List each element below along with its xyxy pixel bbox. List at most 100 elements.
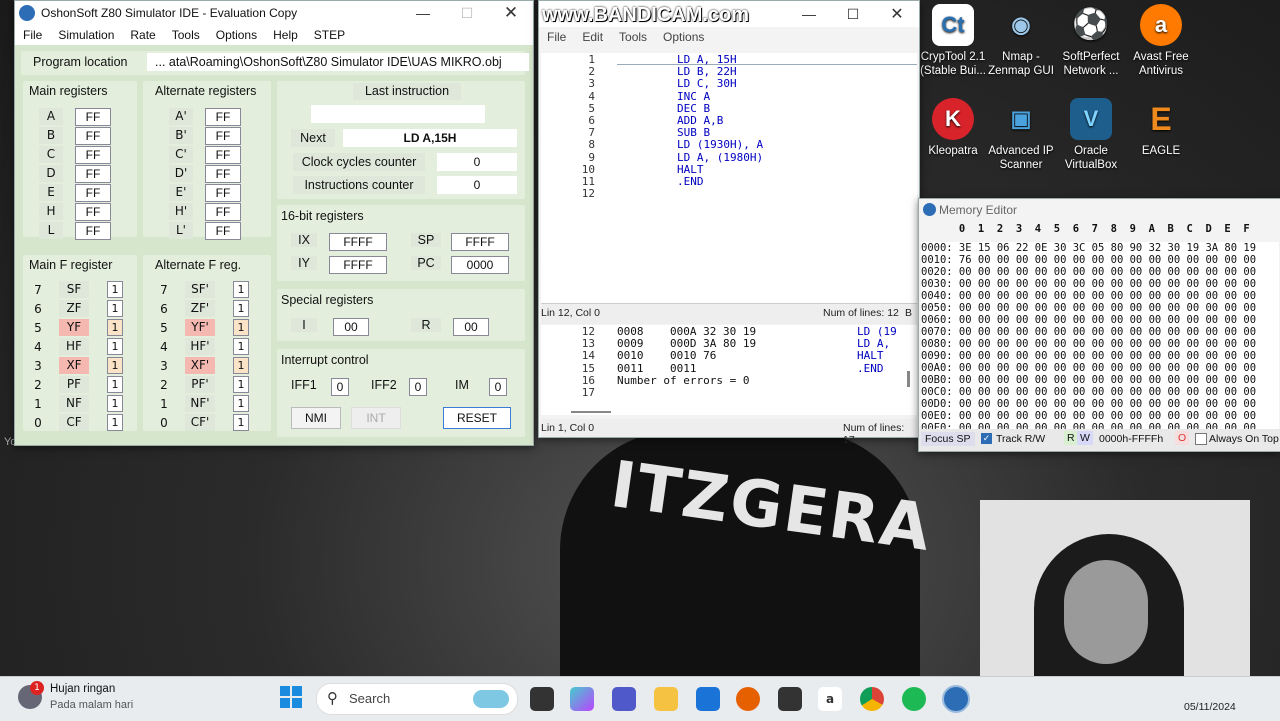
- task-view-icon[interactable]: [530, 687, 554, 711]
- flag-value[interactable]: 1: [233, 319, 249, 336]
- desktop-icon-label: CrypTool 2.1 (Stable Bui...: [920, 51, 986, 77]
- firefox-icon[interactable]: [736, 687, 760, 711]
- source-editor[interactable]: 1 2 3 4 5 6 7 8 9 10 11 12 LD A, 15H LD …: [541, 53, 917, 303]
- listing-pane[interactable]: 12 13 14 15 16 17 0008 000A 32 30 19 000…: [541, 325, 917, 415]
- desktop-icon-virtualbox[interactable]: V Oracle VirtualBox: [1056, 98, 1126, 172]
- editor-close-button[interactable]: ✕: [875, 4, 919, 24]
- desktop-icon-nmap[interactable]: ◉ Nmap - Zenmap GUI: [986, 4, 1056, 78]
- copilot-icon[interactable]: [570, 687, 594, 711]
- weather-title: Hujan ringan: [50, 683, 116, 695]
- ix-value[interactable]: FFFF: [329, 233, 387, 251]
- menu-help[interactable]: Help: [265, 28, 306, 42]
- menu-step[interactable]: STEP: [306, 28, 353, 42]
- register-value[interactable]: FF: [205, 164, 241, 183]
- register-row: D FF: [39, 164, 111, 183]
- flag-value[interactable]: 1: [233, 338, 249, 355]
- register-value[interactable]: FF: [75, 221, 111, 240]
- register-value[interactable]: FF: [75, 107, 111, 126]
- register-value[interactable]: FF: [75, 164, 111, 183]
- menu-options[interactable]: Options: [208, 28, 265, 42]
- listing-hscrollbar[interactable]: [571, 411, 611, 413]
- memory-hex-grid[interactable]: 0000: 3E 15 06 22 0E 30 3C 05 80 90 32 3…: [921, 242, 1279, 434]
- editor-menu-tools[interactable]: Tools: [611, 30, 655, 44]
- oshonsoft-taskbar-icon[interactable]: [942, 685, 970, 713]
- program-location-field[interactable]: ... ata\Roaming\OshonSoft\Z80 Simulator …: [147, 53, 529, 71]
- sp-value[interactable]: FFFF: [451, 233, 509, 251]
- register-value[interactable]: FF: [205, 202, 241, 221]
- flag-row: 4 HF 1: [31, 337, 123, 356]
- editor-menu-file[interactable]: File: [539, 30, 574, 44]
- menu-simulation[interactable]: Simulation: [50, 28, 122, 42]
- i-register-value[interactable]: 00: [333, 318, 369, 336]
- flag-value[interactable]: 1: [233, 414, 249, 431]
- iff1-label: IFF1: [291, 378, 317, 392]
- file-explorer-icon[interactable]: [654, 687, 678, 711]
- chrome-icon[interactable]: [860, 687, 884, 711]
- source-line-numbers: 1 2 3 4 5 6 7 8 9 10 11 12: [581, 53, 595, 201]
- nmi-button[interactable]: NMI: [291, 407, 341, 429]
- listing-scrollbar[interactable]: [907, 371, 910, 387]
- focus-sp-button[interactable]: Focus SP: [921, 432, 975, 446]
- desktop-icon-kleopatra[interactable]: K Kleopatra: [918, 98, 988, 158]
- flag-value[interactable]: 1: [107, 395, 123, 412]
- iy-value[interactable]: FFFF: [329, 256, 387, 274]
- iff2-value[interactable]: 0: [409, 378, 427, 396]
- register-value[interactable]: FF: [205, 107, 241, 126]
- flag-value[interactable]: 1: [233, 357, 249, 374]
- editor-minimize-button[interactable]: —: [787, 6, 831, 22]
- teams-icon[interactable]: [612, 687, 636, 711]
- register-value[interactable]: FF: [205, 221, 241, 240]
- flag-value[interactable]: 1: [233, 281, 249, 298]
- iff1-value[interactable]: 0: [331, 378, 349, 396]
- flag-value[interactable]: 1: [233, 376, 249, 393]
- close-button[interactable]: ✕: [489, 3, 533, 23]
- flag-value[interactable]: 1: [233, 300, 249, 317]
- flag-value[interactable]: 1: [233, 395, 249, 412]
- menu-file[interactable]: File: [15, 28, 50, 42]
- spotify-icon[interactable]: [902, 687, 926, 711]
- int-button[interactable]: INT: [351, 407, 401, 429]
- r-register-value[interactable]: 00: [453, 318, 489, 336]
- always-on-top-checkbox[interactable]: [1195, 433, 1207, 445]
- minimize-button[interactable]: —: [401, 5, 445, 21]
- register-value[interactable]: FF: [205, 183, 241, 202]
- store-icon[interactable]: [696, 687, 720, 711]
- flag-value[interactable]: 1: [107, 300, 123, 317]
- track-rw-checkbox[interactable]: ✓: [981, 433, 992, 444]
- desktop-icon-avast[interactable]: a Avast Free Antivirus: [1126, 4, 1196, 78]
- reset-button[interactable]: RESET: [443, 407, 511, 429]
- flag-value[interactable]: 1: [107, 338, 123, 355]
- flag-value[interactable]: 1: [107, 376, 123, 393]
- register-value[interactable]: FF: [75, 183, 111, 202]
- register-value[interactable]: FF: [75, 126, 111, 145]
- flag-value[interactable]: 1: [107, 357, 123, 374]
- register-value[interactable]: FF: [75, 202, 111, 221]
- menu-rate[interactable]: Rate: [122, 28, 163, 42]
- register-value[interactable]: FF: [205, 145, 241, 164]
- amazon-icon[interactable]: a: [818, 687, 842, 711]
- register-value[interactable]: FF: [205, 126, 241, 145]
- source-code[interactable]: LD A, 15H LD B, 22H LD C, 30H INC A DEC …: [677, 53, 763, 188]
- editor-maximize-button[interactable]: ☐: [831, 6, 875, 23]
- pc-value[interactable]: 0000: [451, 256, 509, 274]
- editor-menu-edit[interactable]: Edit: [574, 30, 611, 44]
- desktop-icon-cryptool[interactable]: Ct CrypTool 2.1 (Stable Bui...: [918, 4, 988, 78]
- flag-bit: 7: [34, 282, 42, 297]
- desktop-icon-eagle[interactable]: E EAGLE: [1126, 98, 1196, 158]
- weather-widget-icon[interactable]: 1: [18, 681, 44, 709]
- dropbox-icon[interactable]: [778, 687, 802, 711]
- flag-value[interactable]: 1: [107, 414, 123, 431]
- menu-tools[interactable]: Tools: [164, 28, 208, 42]
- start-button[interactable]: [280, 686, 302, 708]
- register-value[interactable]: FF: [75, 145, 111, 164]
- flag-value[interactable]: 1: [107, 319, 123, 336]
- maximize-button[interactable]: ☐: [445, 5, 489, 22]
- flag-value[interactable]: 1: [107, 281, 123, 298]
- desktop-icon-advanced-ip[interactable]: ▣ Advanced IP Scanner: [986, 98, 1056, 172]
- taskbar-search-box[interactable]: ⚲ Search: [316, 683, 518, 715]
- kleopatra-icon: K: [932, 98, 974, 140]
- desktop-icon-softperfect[interactable]: ⚽ SoftPerfect Network ...: [1056, 4, 1126, 78]
- im-value[interactable]: 0: [489, 378, 507, 396]
- next-instruction-field: LD A,15H: [343, 129, 517, 147]
- editor-menu-options[interactable]: Options: [655, 30, 712, 44]
